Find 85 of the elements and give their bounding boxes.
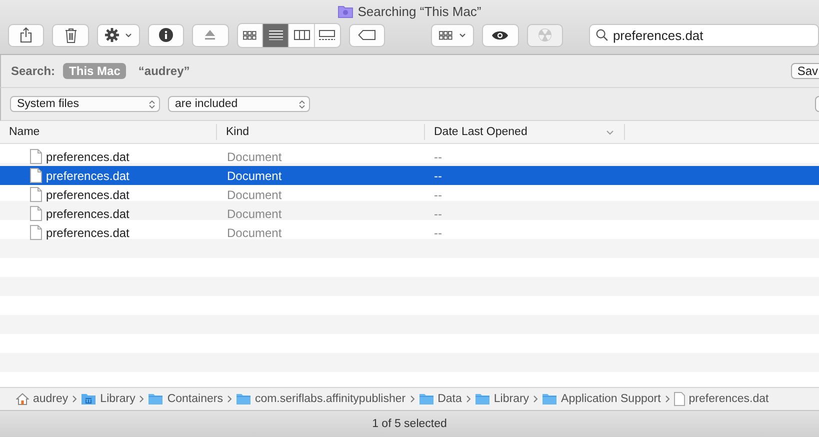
info-button[interactable] [148, 24, 184, 46]
trash-icon [64, 28, 77, 42]
caret-icon [124, 32, 132, 38]
chevron-icon [410, 395, 415, 403]
save-button[interactable]: Sav [791, 63, 819, 79]
chevron-icon [664, 395, 670, 403]
kind-cell-text: Document [226, 168, 283, 182]
window-title: Searching “This Mac” [358, 4, 482, 18]
gallery-icon [319, 30, 336, 40]
path-item[interactable]: Library [81, 393, 136, 405]
date-cell-text: -- [433, 188, 443, 202]
path-item[interactable]: com.seriflabs.affinitypublisher [236, 393, 406, 405]
column-header[interactable]: Kind [217, 124, 425, 140]
document-icon [30, 225, 42, 240]
folder-icon [474, 393, 490, 405]
file-name[interactable]: preferences.dat [46, 168, 130, 182]
path-item[interactable]: Library [474, 393, 530, 405]
file-name[interactable]: preferences.dat [46, 226, 130, 240]
path-item[interactable]: Application Support [542, 393, 661, 405]
view-switch[interactable] [236, 22, 341, 48]
delete-button[interactable] [52, 24, 89, 46]
scope-option[interactable]: “audrey” [132, 63, 196, 79]
path-item[interactable]: preferences.dat [674, 392, 769, 406]
share-icon [20, 27, 32, 43]
gear-icon [104, 28, 119, 42]
list-view-button[interactable] [263, 24, 290, 46]
operator-popup[interactable]: are included [168, 96, 310, 112]
icon-grid-icon [242, 30, 257, 40]
chevron-icon [226, 395, 232, 403]
attribute-popup[interactable]: System files [10, 96, 160, 112]
caret-icon [459, 32, 466, 38]
chevron-icon [533, 395, 538, 403]
folder-icon [418, 393, 434, 405]
folder-icon [236, 393, 251, 405]
tag-icon [358, 30, 376, 40]
stepper-icon [299, 100, 305, 108]
status-text: 1 of 5 selected [0, 411, 819, 437]
document-icon [30, 149, 42, 164]
eject-button[interactable] [192, 24, 229, 46]
home-icon [16, 393, 29, 405]
search-icon [596, 28, 608, 40]
search-label: Search: [11, 64, 56, 78]
eject-icon [204, 30, 216, 40]
columns-icon [294, 30, 310, 40]
tag-button[interactable] [348, 24, 386, 46]
column-header[interactable]: Name [0, 124, 217, 140]
action-menu-button[interactable] [96, 24, 140, 46]
group-grid-icon [439, 30, 454, 40]
quick-look-button[interactable] [482, 24, 519, 46]
file-name[interactable]: preferences.dat [46, 188, 130, 202]
radiation-icon [538, 28, 552, 42]
group-menu-button[interactable] [431, 24, 474, 46]
document-icon [30, 206, 42, 221]
sort-caret-icon [606, 130, 614, 134]
kind-cell-text: Document [226, 188, 283, 202]
document-icon [30, 187, 42, 202]
chevron-icon [139, 395, 144, 403]
path-item[interactable]: audrey [16, 393, 68, 405]
date-cell-text: -- [433, 206, 443, 220]
selected-row[interactable]: preferences.dat Document -- [0, 166, 819, 185]
chevron-icon [72, 395, 78, 403]
folder-icon [542, 393, 558, 405]
share-button[interactable] [8, 24, 44, 46]
smart-folder-icon [338, 4, 353, 18]
column-header[interactable]: Date Last Opened [425, 124, 625, 140]
path-item[interactable]: Containers [148, 393, 223, 405]
kind-cell-text: Document [226, 226, 283, 240]
folder-icon [148, 393, 164, 405]
info-icon [159, 28, 173, 42]
date-cell-text: -- [433, 168, 443, 182]
document-icon [674, 392, 685, 406]
kind-cell-text: Document [226, 150, 283, 164]
date-cell-text: -- [433, 150, 443, 164]
library-folder-icon [81, 393, 96, 405]
eye-icon [491, 30, 510, 40]
file-name[interactable]: preferences.dat [46, 150, 130, 164]
stepper-icon [149, 100, 155, 108]
list-icon [268, 30, 283, 40]
kind-cell-text: Document [226, 206, 283, 220]
document-icon [30, 168, 42, 183]
search-field[interactable]: preferences.dat [588, 24, 819, 46]
file-name[interactable]: preferences.dat [46, 206, 130, 220]
chevron-icon [466, 395, 471, 403]
date-cell-text: -- [433, 226, 443, 240]
path-item[interactable]: Data [418, 393, 462, 405]
